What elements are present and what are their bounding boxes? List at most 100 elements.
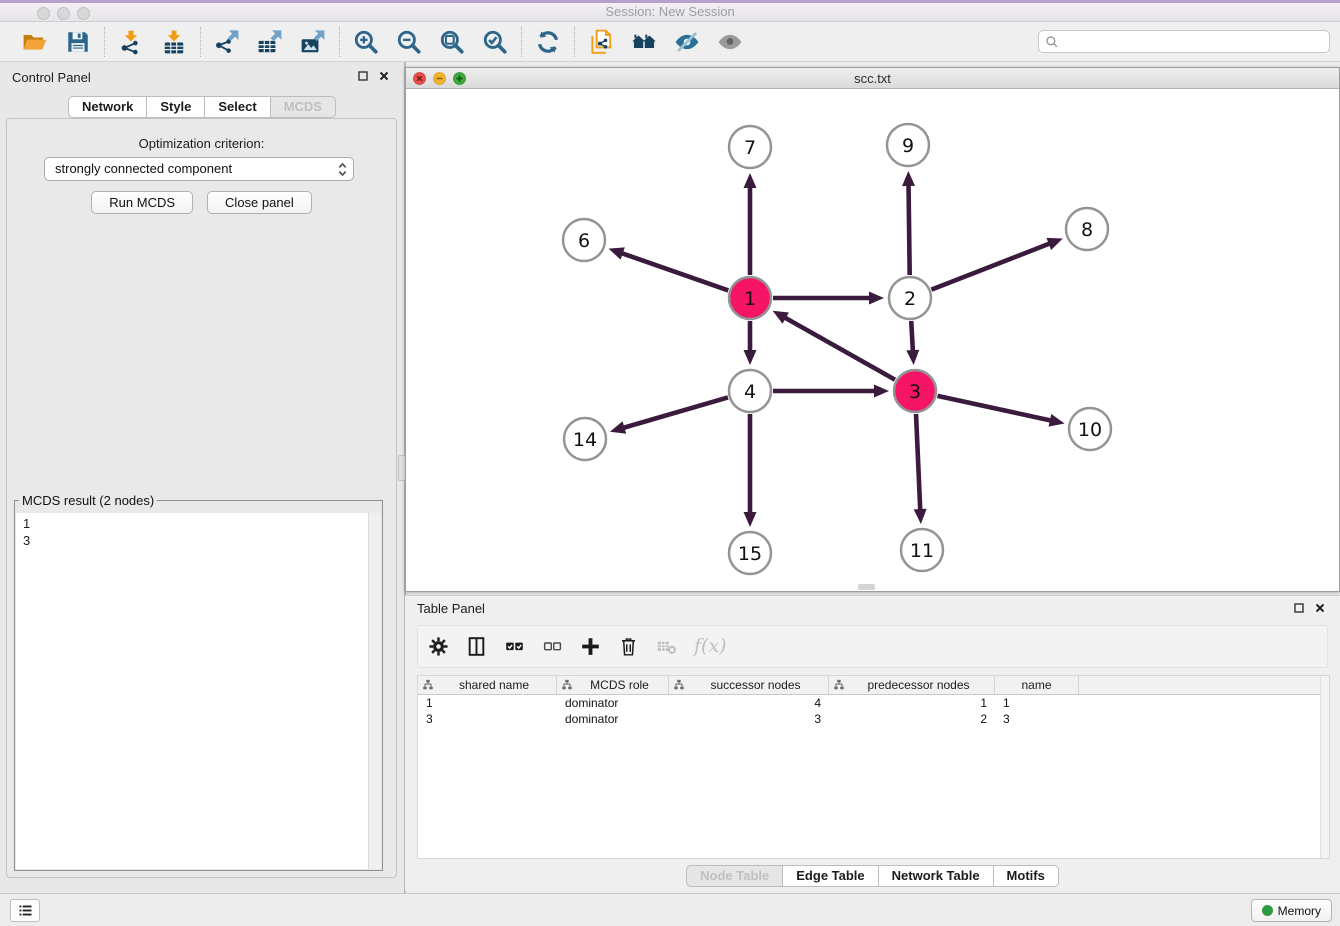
- graph-node-9[interactable]: 9: [887, 124, 929, 166]
- show-all-icon[interactable]: [717, 29, 743, 55]
- tab-network[interactable]: Network: [68, 96, 147, 118]
- graph-edge-4-14[interactable]: [610, 397, 728, 433]
- deselect-all-rows-icon[interactable]: [542, 636, 563, 657]
- close-panel-icon[interactable]: [378, 70, 390, 82]
- result-scrollbar[interactable]: [368, 513, 381, 869]
- graph-edge-2-8[interactable]: [931, 238, 1062, 290]
- search-icon: [1045, 35, 1059, 49]
- graph-edge-1-7[interactable]: [744, 173, 757, 275]
- import-network-icon[interactable]: [118, 29, 144, 55]
- tab-edge-table[interactable]: Edge Table: [783, 865, 878, 887]
- import-table-icon[interactable]: [161, 29, 187, 55]
- graph-node-3[interactable]: 3: [894, 370, 936, 412]
- mcds-result-text[interactable]: 1 3: [16, 513, 381, 869]
- graph-edge-4-3[interactable]: [773, 385, 889, 398]
- add-column-icon[interactable]: [580, 636, 601, 657]
- column-header-predecessor-nodes[interactable]: predecessor nodes: [829, 676, 995, 694]
- table-header-row: shared nameMCDS rolesuccessor nodesprede…: [418, 676, 1329, 695]
- graph-node-6[interactable]: 6: [563, 219, 605, 261]
- graph-node-11[interactable]: 11: [901, 529, 943, 571]
- graph-node-10[interactable]: 10: [1069, 408, 1111, 450]
- svg-text:15: 15: [738, 543, 762, 565]
- cell-mcds-role[interactable]: dominator: [557, 711, 669, 727]
- search-input[interactable]: [1063, 34, 1323, 49]
- float-panel-icon[interactable]: [357, 70, 369, 82]
- table-settings-icon[interactable]: [428, 636, 449, 657]
- memory-button[interactable]: Memory: [1251, 899, 1332, 922]
- graph-edge-3-11[interactable]: [914, 414, 927, 524]
- graph-node-7[interactable]: 7: [729, 126, 771, 168]
- tab-motifs[interactable]: Motifs: [994, 865, 1059, 887]
- tab-style[interactable]: Style: [147, 96, 205, 118]
- table-row[interactable]: 1dominator411: [418, 695, 1329, 711]
- memory-label: Memory: [1278, 904, 1321, 918]
- graph-node-15[interactable]: 15: [729, 532, 771, 574]
- cell-mcds-role[interactable]: dominator: [557, 695, 669, 711]
- graph-edge-1-2[interactable]: [773, 292, 884, 305]
- cell-name[interactable]: 1: [995, 695, 1079, 711]
- cell-name[interactable]: 3: [995, 711, 1079, 727]
- table-row[interactable]: 3dominator323: [418, 711, 1329, 727]
- tab-network-table[interactable]: Network Table: [879, 865, 994, 887]
- graph-edge-1-6[interactable]: [609, 247, 729, 290]
- graph-node-2[interactable]: 2: [889, 277, 931, 319]
- cell-shared-name[interactable]: 3: [418, 711, 557, 727]
- new-network-from-selection-icon[interactable]: [588, 29, 614, 55]
- export-network-icon[interactable]: [214, 29, 240, 55]
- delete-column-icon[interactable]: [618, 636, 639, 657]
- close-panel-button[interactable]: Close panel: [207, 191, 312, 214]
- close-table-panel-icon[interactable]: [1314, 602, 1326, 614]
- graph-node-1[interactable]: 1: [729, 277, 771, 319]
- graph-edge-3-10[interactable]: [937, 396, 1064, 427]
- network-window-titlebar[interactable]: scc.txt: [406, 68, 1339, 89]
- float-table-panel-icon[interactable]: [1293, 602, 1305, 614]
- graph-edge-4-15[interactable]: [744, 414, 757, 527]
- zoom-out-icon[interactable]: [396, 29, 422, 55]
- graph-node-14[interactable]: 14: [564, 418, 606, 460]
- table-panel: Table Panel f(x) shared nameMCDS rolesuc…: [405, 595, 1340, 891]
- tab-mcds[interactable]: MCDS: [271, 96, 336, 118]
- cell-predecessor-nodes[interactable]: 2: [829, 711, 995, 727]
- criterion-select[interactable]: strongly connected component: [44, 157, 354, 181]
- svg-text:3: 3: [909, 381, 921, 403]
- graph-edge-2-9[interactable]: [902, 171, 915, 275]
- open-folder-icon[interactable]: [22, 29, 48, 55]
- graph-node-8[interactable]: 8: [1066, 208, 1108, 250]
- memory-status-icon: [1262, 905, 1273, 916]
- zoom-in-icon[interactable]: [353, 29, 379, 55]
- svg-text:6: 6: [578, 230, 590, 252]
- zoom-fit-icon[interactable]: [439, 29, 465, 55]
- column-layout-icon[interactable]: [466, 636, 487, 657]
- cell-predecessor-nodes[interactable]: 1: [829, 695, 995, 711]
- column-header-successor-nodes[interactable]: successor nodes: [669, 676, 829, 694]
- graph-edge-3-1[interactable]: [773, 311, 895, 380]
- hide-selected-icon[interactable]: [674, 29, 700, 55]
- tab-node-table[interactable]: Node Table: [686, 865, 783, 887]
- column-header-shared-name[interactable]: shared name: [418, 676, 557, 694]
- cell-shared-name[interactable]: 1: [418, 695, 557, 711]
- graph-node-4[interactable]: 4: [729, 370, 771, 412]
- network-resize-handle[interactable]: [858, 584, 875, 590]
- svg-text:1: 1: [744, 288, 756, 310]
- search-box[interactable]: [1038, 30, 1330, 53]
- run-mcds-button[interactable]: Run MCDS: [91, 191, 193, 214]
- graph-edge-1-4[interactable]: [744, 321, 757, 365]
- cell-successor-nodes[interactable]: 3: [669, 711, 829, 727]
- column-header-mcds-role[interactable]: MCDS role: [557, 676, 669, 694]
- export-table-icon[interactable]: [257, 29, 283, 55]
- select-all-rows-icon[interactable]: [504, 636, 525, 657]
- export-image-icon[interactable]: [300, 29, 326, 55]
- table-scrollbar[interactable]: [1320, 676, 1329, 858]
- tab-select[interactable]: Select: [205, 96, 270, 118]
- first-neighbors-icon[interactable]: [631, 29, 657, 55]
- cell-successor-nodes[interactable]: 4: [669, 695, 829, 711]
- refresh-icon[interactable]: [535, 29, 561, 55]
- network-canvas[interactable]: 7 9 6 8 1 2 4 3 14 10 15 11: [406, 89, 1339, 591]
- save-icon[interactable]: [65, 29, 91, 55]
- graph-edge-2-3[interactable]: [906, 321, 919, 365]
- table-panel-title: Table Panel: [417, 601, 485, 616]
- zoom-selected-icon[interactable]: [482, 29, 508, 55]
- table-toolbar: f(x): [417, 625, 1328, 668]
- column-header-name[interactable]: name: [995, 676, 1079, 694]
- task-history-button[interactable]: [10, 899, 40, 922]
